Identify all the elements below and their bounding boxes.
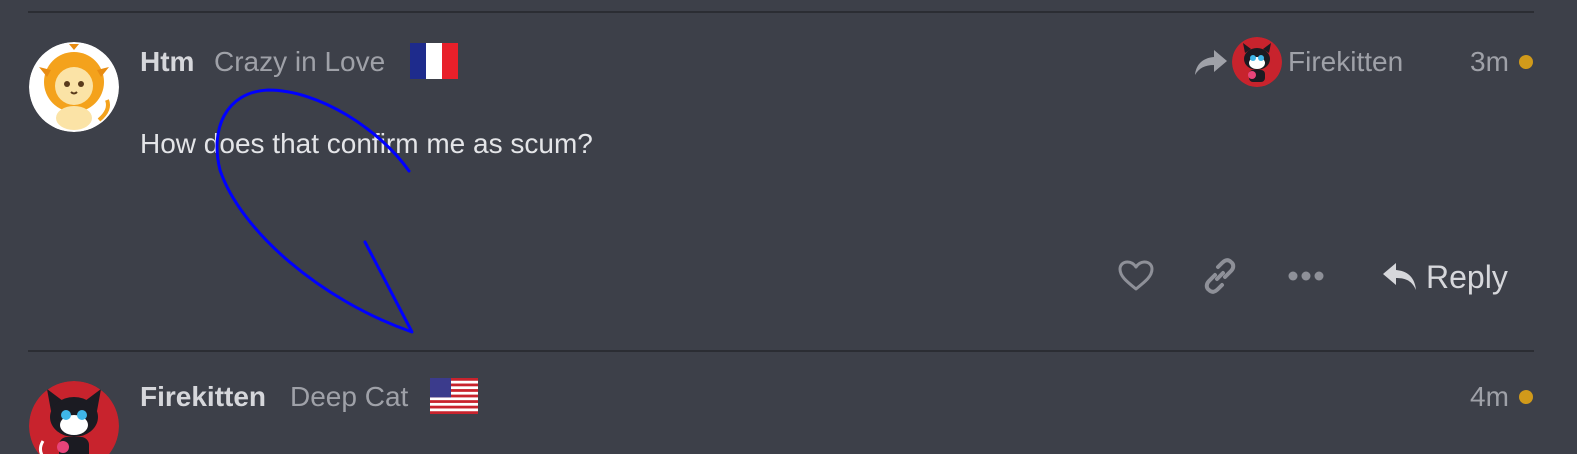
reply-arrow-icon xyxy=(1383,263,1416,290)
post-username[interactable]: Htm xyxy=(140,46,194,78)
heart-icon[interactable] xyxy=(1116,256,1156,296)
reply-to-avatar xyxy=(1232,37,1282,87)
reply-to-username: Firekitten xyxy=(1288,46,1404,77)
reply-button[interactable]: Reply xyxy=(1382,252,1508,302)
share-arrow-icon xyxy=(1195,50,1227,75)
post-body: How does that confirm me as scum? xyxy=(140,128,593,159)
usa-flag-icon xyxy=(430,378,478,414)
reply-button-label: Reply xyxy=(1426,258,1508,295)
reply-to-indicator[interactable]: Firekitten xyxy=(1194,36,1403,88)
user-avatar-htm[interactable] xyxy=(29,42,119,132)
post-user-title: Deep Cat xyxy=(290,381,409,412)
link-icon[interactable] xyxy=(1200,256,1240,296)
unread-dot xyxy=(1519,55,1533,69)
post-time[interactable]: 4m xyxy=(1470,381,1509,413)
unread-dot xyxy=(1519,390,1533,404)
post-divider xyxy=(28,11,1534,13)
topic-page: Htm Crazy in Love Firekitten 3m How does… xyxy=(0,0,1577,454)
post-divider xyxy=(28,350,1534,352)
post-username[interactable]: Firekitten xyxy=(140,381,266,413)
france-flag-icon xyxy=(410,43,458,79)
ellipsis-icon[interactable] xyxy=(1286,262,1326,290)
user-avatar-firekitten[interactable] xyxy=(29,381,119,454)
post-time[interactable]: 3m xyxy=(1470,46,1509,78)
post-user-title: Crazy in Love xyxy=(214,46,386,77)
